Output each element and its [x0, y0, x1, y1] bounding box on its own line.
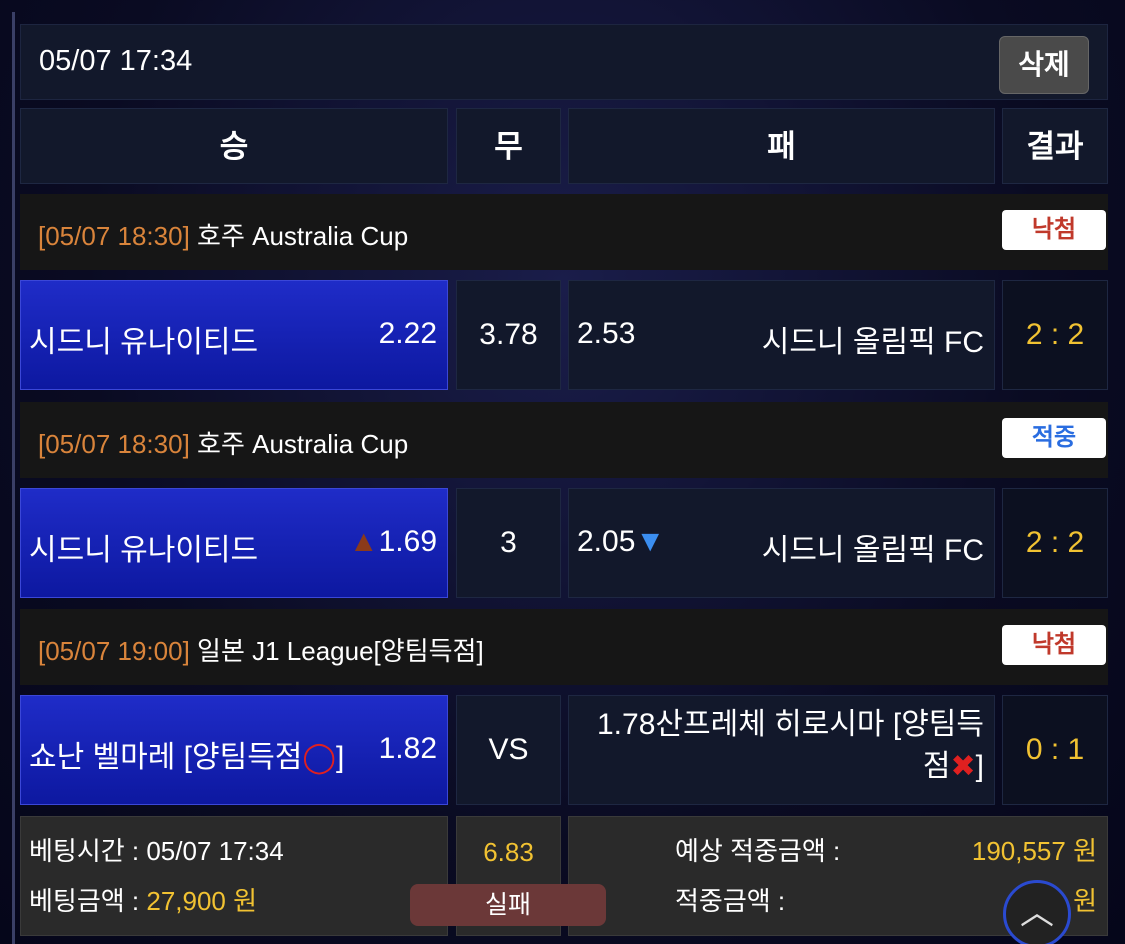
away-odds-button[interactable]: 2.05▼ 시드니 올림픽 FC	[568, 488, 995, 598]
status-badge: 낙첨	[1002, 210, 1106, 250]
match-time: [05/07 18:30]	[38, 429, 190, 459]
delete-button[interactable]: 삭제	[999, 36, 1089, 94]
arrow-down-icon: ▼	[635, 525, 666, 558]
league-name: 일본 J1 League[양팀득점]	[197, 636, 484, 666]
expected-amount: 190,557 원	[971, 836, 1097, 866]
home-odds-button[interactable]: 시드니 유나이티드 ▲1.69	[20, 488, 448, 598]
arrow-up-icon: ▲	[348, 525, 379, 558]
match-league-row: [05/07 18:30] 호주 Australia Cup 낙첨	[20, 194, 1108, 270]
draw-odds-button[interactable]: 3.78	[456, 280, 561, 390]
away-team-cont: 점	[922, 750, 951, 783]
away-odds-button[interactable]: 2.53 시드니 올림픽 FC	[568, 280, 995, 390]
score-cell: 0 : 1	[1002, 695, 1108, 805]
slip-header: 05/07 17:34 삭제	[20, 24, 1108, 100]
match-score: 2 : 2	[1025, 318, 1085, 351]
away-team: 산프레체 히로시마 [양팀득	[655, 708, 984, 741]
score-cell: 2 : 2	[1002, 280, 1108, 390]
home-odds-button[interactable]: 쇼난 벨마레 [양팀득점◯] 1.82	[20, 695, 448, 805]
draw-odds-button: VS	[456, 695, 561, 805]
away-team: 시드니 올림픽 FC	[761, 534, 984, 567]
slip-time: 05/07 17:34	[39, 45, 193, 77]
match-time: [05/07 18:30]	[38, 221, 190, 251]
home-odds: 1.82	[378, 732, 437, 765]
status-badge: 적중	[1002, 418, 1106, 458]
home-team: 시드니 유나이티드	[29, 534, 259, 567]
column-win: 승	[20, 108, 448, 184]
away-odds: 2.05	[577, 525, 636, 558]
expected-label: 예상 적중금액 :	[675, 836, 841, 866]
win-label: 적중금액 :	[675, 886, 786, 916]
column-result: 결과	[1002, 108, 1108, 184]
home-team: 쇼난 벨마레 [양팀득점	[29, 741, 303, 774]
home-odds: 2.22	[378, 317, 437, 350]
result-badge: 실패	[410, 884, 606, 926]
column-draw: 무	[456, 108, 561, 184]
away-odds-button[interactable]: 1.78산프레체 히로시마 [양팀득 점✖]	[568, 695, 995, 805]
total-odds: 6.83	[483, 837, 534, 867]
away-team: 시드니 올림픽 FC	[761, 326, 984, 359]
home-odds: 1.69	[378, 525, 437, 558]
match-league-row: [05/07 18:30] 호주 Australia Cup 적중	[20, 402, 1108, 478]
away-odds: 2.53	[577, 317, 636, 350]
chevron-up-icon[interactable]: ︿	[1003, 880, 1071, 944]
draw-odds: 3.78	[479, 318, 538, 351]
status-badge: 낙첨	[1002, 625, 1106, 665]
match-time: [05/07 19:00]	[38, 636, 190, 666]
bet-time: 베팅시간 : 05/07 17:34	[29, 836, 284, 866]
away-odds: 1.78	[597, 708, 656, 741]
home-team: 시드니 유나이티드	[29, 326, 259, 359]
match-score: 2 : 2	[1025, 526, 1085, 559]
cross-icon: ✖	[950, 750, 976, 783]
league-name: 호주 Australia Cup	[197, 221, 409, 251]
match-league-row: [05/07 19:00] 일본 J1 League[양팀득점] 낙첨	[20, 609, 1108, 685]
vs-label: VS	[488, 733, 529, 766]
league-name: 호주 Australia Cup	[197, 429, 409, 459]
draw-odds: 3	[500, 526, 517, 559]
bet-info-panel: 베팅시간 : 05/07 17:34 베팅금액 : 27,900 원	[20, 816, 448, 936]
draw-odds-button[interactable]: 3	[456, 488, 561, 598]
home-odds-button[interactable]: 시드니 유나이티드 2.22	[20, 280, 448, 390]
match-score: 0 : 1	[1025, 733, 1085, 766]
score-cell: 2 : 2	[1002, 488, 1108, 598]
circle-icon: ◯	[302, 741, 336, 774]
column-lose: 패	[568, 108, 995, 184]
bet-amount-label: 베팅금액 :	[29, 886, 147, 916]
bet-amount: 27,900 원	[146, 886, 258, 916]
